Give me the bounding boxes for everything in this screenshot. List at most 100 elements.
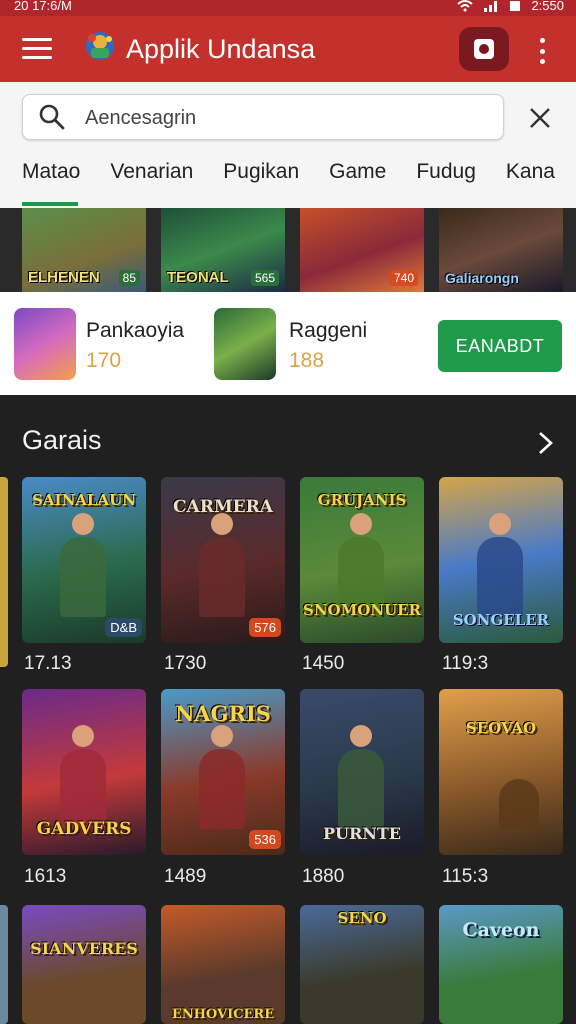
close-icon[interactable] <box>526 104 554 132</box>
install-row: Pankaoyia 170 Raggeni 188 EANABDT <box>0 292 576 395</box>
character-art <box>199 537 245 617</box>
banner-label: Galiarongn <box>445 270 519 286</box>
game-count: 119:3 <box>442 653 489 674</box>
game-badge: D&B <box>105 618 142 637</box>
banner-label: TEONAL <box>167 269 229 286</box>
game-card-11[interactable]: SENO <box>300 905 424 1024</box>
character-head <box>72 513 94 535</box>
app-icon-pankaoyia[interactable] <box>14 308 76 380</box>
status-icons: 2:550 <box>457 0 564 14</box>
featured-banner-strip: ELHENEN 85 TEONAL 565 740 Galiarongn <box>0 202 576 292</box>
character-head <box>72 725 94 747</box>
app-icon-raggeni[interactable] <box>214 308 276 380</box>
banner-label: ELHENEN <box>28 269 100 286</box>
tab-pugikan[interactable]: Pugikan <box>201 154 299 194</box>
character-art <box>60 749 106 829</box>
tab-kana[interactable]: Kana <box>484 154 555 194</box>
record-button[interactable] <box>459 27 509 71</box>
game-subtitle: SNOMONUER <box>303 601 421 619</box>
game-title: SAINALAUN <box>32 491 136 509</box>
banner-1[interactable]: ELHENEN 85 <box>22 208 146 292</box>
banner-badge: 85 <box>118 270 140 286</box>
game-card-6[interactable]: NAGRIS 536 <box>161 689 285 855</box>
edge-card <box>0 905 8 1024</box>
app-bar: Applik Undansa <box>0 16 576 82</box>
game-title: ENHOVICERE <box>171 1007 275 1022</box>
character-head <box>211 725 233 747</box>
game-badge: 536 <box>249 830 281 849</box>
character-art <box>199 749 245 829</box>
games-section: Garais SAINALAUN D&B CARMERA 576 GRUJANI… <box>0 395 576 1024</box>
battery-icon <box>510 1 521 11</box>
tab-venarian[interactable]: Venarian <box>88 154 193 194</box>
game-card-2[interactable]: CARMERA 576 <box>161 477 285 643</box>
banner-3[interactable]: 740 <box>300 208 424 292</box>
status-time: 20 17:6/M <box>14 0 72 13</box>
app-count: 188 <box>289 349 325 372</box>
game-card-10[interactable]: ENHOVICERE <box>161 905 285 1024</box>
banner-2[interactable]: TEONAL 565 <box>161 208 285 292</box>
search-box[interactable] <box>22 94 504 140</box>
banner-badge: 740 <box>389 270 418 286</box>
game-card-8[interactable]: SEOVAO <box>439 689 563 855</box>
game-card-4[interactable]: SONGELER <box>439 477 563 643</box>
game-title: SIANVERES <box>30 939 138 958</box>
app-name: Pankaoyia <box>86 319 185 342</box>
active-indicator <box>22 202 78 206</box>
character-art <box>338 749 384 829</box>
game-count: 1450 <box>302 653 345 674</box>
search-icon <box>39 104 65 130</box>
tab-matao[interactable]: Matao <box>0 154 80 194</box>
banner-4[interactable]: Galiarongn <box>439 208 563 292</box>
game-count: 1489 <box>164 866 207 887</box>
game-card-5[interactable]: GADVERS <box>22 689 146 855</box>
search-area: Matao Venarian Pugikan Game Fudug Kana <box>0 82 576 208</box>
record-icon <box>474 39 494 59</box>
chevron-right-icon[interactable] <box>536 429 556 457</box>
tab-game[interactable]: Game <box>307 154 386 194</box>
app-count: 170 <box>86 349 122 372</box>
section-title: Garais <box>22 425 102 455</box>
game-card-3[interactable]: GRUJANIS SNOMONUER <box>300 477 424 643</box>
character-head <box>211 513 233 535</box>
game-card-1[interactable]: SAINALAUN D&B <box>22 477 146 643</box>
tab-fudug[interactable]: Fudug <box>394 154 476 194</box>
category-tabs: Matao Venarian Pugikan Game Fudug Kana <box>0 154 576 194</box>
game-badge: 576 <box>249 618 281 637</box>
character-art <box>60 537 106 617</box>
game-count: 115:3 <box>442 866 489 887</box>
game-title: SONGELER <box>452 611 550 629</box>
game-card-12[interactable]: Caveon <box>439 905 563 1024</box>
game-title: GADVERS <box>36 819 132 839</box>
character-art <box>477 537 523 617</box>
game-title: NAGRIS <box>175 701 271 726</box>
edge-card <box>0 477 8 667</box>
game-count: 1613 <box>24 866 67 887</box>
banner-badge: 565 <box>250 270 279 286</box>
character-head <box>489 513 511 535</box>
game-title: Caveon <box>462 919 540 941</box>
hamburger-menu-icon[interactable] <box>22 38 52 60</box>
character-head <box>350 513 372 535</box>
app-title: Applik Undansa <box>126 34 316 64</box>
status-clock: 2:550 <box>531 0 564 13</box>
status-bar: 20 17:6/M 2:550 <box>0 0 576 16</box>
game-count: 17.13 <box>24 653 72 674</box>
character-head <box>350 725 372 747</box>
game-count: 1880 <box>302 866 345 887</box>
game-title: GRUJANIS <box>317 491 407 509</box>
game-count: 1730 <box>164 653 207 674</box>
game-card-7[interactable]: PURNTE <box>300 689 424 855</box>
game-card-9[interactable]: SIANVERES <box>22 905 146 1024</box>
game-title: SENO <box>337 909 387 927</box>
app-name: Raggeni <box>289 319 368 342</box>
app-logo <box>86 32 114 60</box>
character-art <box>499 779 539 829</box>
more-vert-icon[interactable] <box>538 38 546 64</box>
signal-icon <box>484 1 498 12</box>
game-title: SEOVAO <box>465 719 537 737</box>
search-input[interactable] <box>83 103 487 133</box>
game-title: PURNTE <box>322 824 401 843</box>
wifi-icon <box>457 0 474 12</box>
install-button[interactable]: EANABDT <box>438 320 562 372</box>
